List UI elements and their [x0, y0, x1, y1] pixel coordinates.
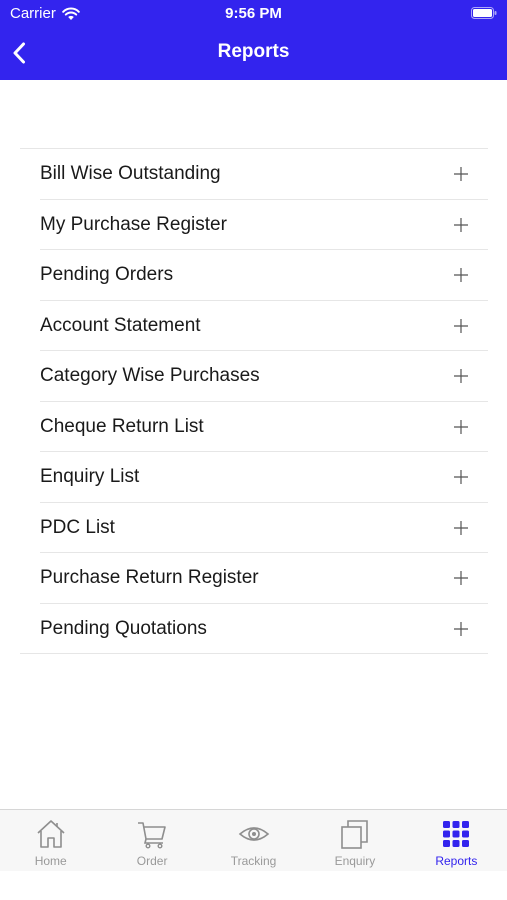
status-bar: Carrier 9:56 PM: [0, 0, 507, 28]
tab-label: Tracking: [230, 854, 277, 868]
report-label: Pending Orders: [40, 264, 174, 285]
eye-icon: [238, 827, 269, 841]
plus-icon: [454, 419, 468, 434]
tab-label: Home: [34, 854, 67, 868]
header: Carrier 9:56 PM Reports: [0, 0, 507, 80]
report-label: Purchase Return Register: [40, 567, 259, 588]
home-indicator-area: [0, 871, 507, 900]
plus-icon: [454, 167, 468, 181]
report-label: My Purchase Register: [40, 213, 227, 235]
battery-icon: [471, 7, 497, 19]
plus-icon: [454, 621, 468, 636]
report-label: Account Statement: [40, 314, 201, 336]
report-label: PDC List: [40, 516, 115, 538]
status-time: 9:56 PM: [225, 5, 282, 22]
report-item-my-purchase-register[interactable]: My Purchase Register: [20, 200, 488, 251]
plus-icon: [454, 520, 468, 535]
report-item-pending-orders[interactable]: Pending Orders: [20, 250, 488, 301]
tab-label: Order: [136, 854, 168, 868]
report-item-pdc-list[interactable]: PDC List: [20, 503, 488, 554]
report-label: Enquiry List: [40, 466, 140, 487]
report-item-cheque-return-list[interactable]: Cheque Return List: [20, 402, 488, 453]
report-item-pending-quotations[interactable]: Pending Quotations: [20, 604, 488, 655]
tab-order[interactable]: Order: [101, 810, 202, 871]
grid-icon: [443, 821, 470, 847]
tab-home[interactable]: Home: [0, 810, 101, 871]
report-item-enquiry-list[interactable]: Enquiry List: [20, 452, 488, 503]
plus-icon: [454, 318, 468, 333]
report-item-account-statement[interactable]: Account Statement: [20, 301, 488, 352]
report-label: Bill Wise Outstanding: [40, 163, 221, 184]
report-label: Cheque Return List: [40, 415, 204, 437]
nav-bar: Reports: [0, 30, 507, 76]
plus-icon: [454, 470, 468, 484]
tab-label: Enquiry: [334, 854, 376, 868]
report-item-bill-wise-outstanding[interactable]: Bill Wise Outstanding: [20, 149, 488, 200]
copy-icon: [341, 820, 368, 849]
home-icon: [37, 820, 65, 848]
cart-icon: [138, 822, 166, 849]
report-item-category-wise-purchases[interactable]: Category Wise Purchases: [20, 351, 488, 402]
report-list: Bill Wise Outstanding My Purchase Regist…: [20, 148, 488, 654]
plus-icon: [454, 571, 468, 585]
tab-bar: Home Order Tracking Enquiry Reports: [0, 809, 507, 871]
tab-enquiry[interactable]: Enquiry: [304, 810, 405, 871]
plus-icon: [454, 268, 468, 282]
report-label: Pending Quotations: [40, 617, 207, 639]
plus-icon: [454, 217, 468, 232]
page-title: Reports: [217, 41, 290, 62]
report-item-purchase-return-register[interactable]: Purchase Return Register: [20, 553, 488, 604]
report-label: Category Wise Purchases: [40, 365, 260, 386]
tab-label: Reports: [435, 854, 478, 868]
plus-icon: [454, 369, 468, 383]
tab-tracking[interactable]: Tracking: [203, 810, 304, 871]
tab-reports[interactable]: Reports: [406, 810, 507, 871]
